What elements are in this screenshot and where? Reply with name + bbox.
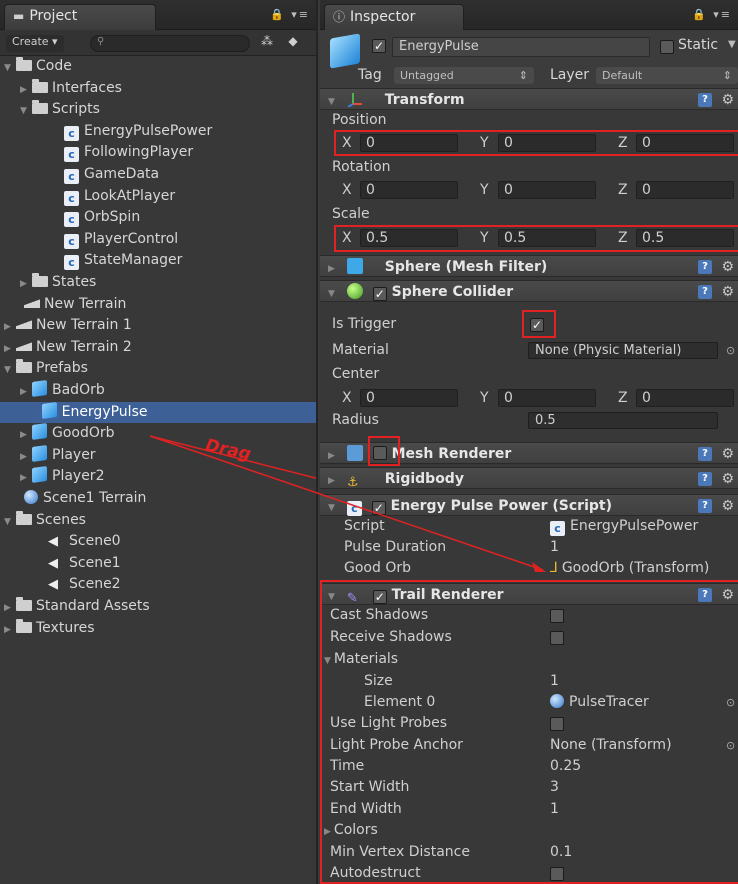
drag-arrow-head [149,435,546,572]
